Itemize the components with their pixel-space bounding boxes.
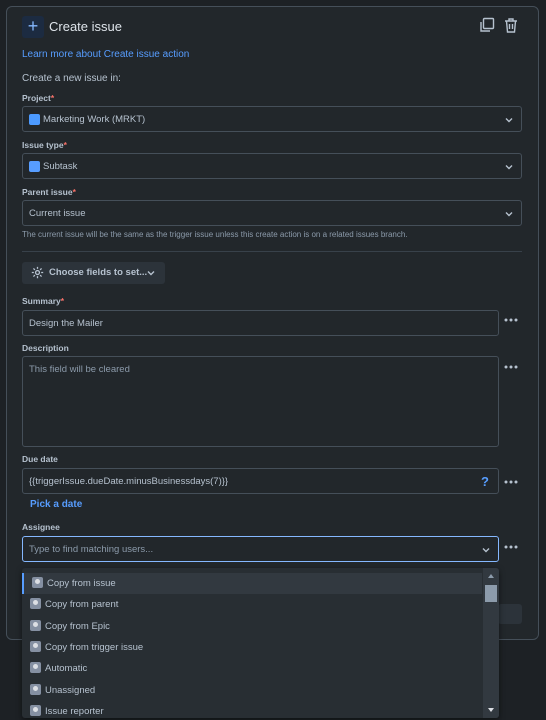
user-icon: [30, 662, 41, 673]
chevron-down-icon: [147, 271, 155, 276]
plus-icon: +: [22, 16, 44, 38]
more-icon[interactable]: [504, 365, 518, 369]
panel-header: + Create issue: [22, 16, 524, 42]
choose-fields-label: Choose fields to set...: [49, 267, 148, 278]
issue-type-select[interactable]: Subtask: [22, 153, 522, 179]
intro-text: Create a new issue in:: [22, 73, 121, 84]
assignee-label: Assignee: [22, 522, 60, 532]
assignee-select[interactable]: Type to find matching users...: [22, 536, 499, 562]
issue-type-label: Issue type*: [22, 140, 67, 150]
parent-issue-select[interactable]: Current issue: [22, 200, 522, 226]
chevron-down-icon: [505, 212, 513, 217]
summary-input[interactable]: Design the Mailer: [22, 310, 499, 336]
scroll-up-icon[interactable]: [487, 572, 495, 580]
more-icon[interactable]: [504, 318, 518, 322]
chevron-down-icon: [482, 548, 490, 553]
parent-issue-help: The current issue will be the same as th…: [22, 230, 408, 239]
user-icon: [30, 641, 41, 652]
scrollbar[interactable]: [483, 568, 499, 718]
user-icon: [32, 577, 43, 588]
description-textarea[interactable]: This field will be cleared: [22, 356, 499, 447]
summary-value: Design the Mailer: [29, 318, 103, 329]
more-icon[interactable]: [504, 545, 518, 549]
due-date-input[interactable]: {{triggerIssue.dueDate.minusBusinessdays…: [22, 468, 499, 494]
summary-label: Summary*: [22, 296, 65, 306]
issue-type-value: Subtask: [43, 161, 78, 172]
user-icon: [30, 598, 41, 609]
project-select[interactable]: Marketing Work (MRKT): [22, 106, 522, 132]
parent-issue-label: Parent issue*: [22, 187, 76, 197]
learn-more-link[interactable]: Learn more about Create issue action: [22, 49, 189, 60]
assignee-placeholder: Type to find matching users...: [29, 544, 154, 555]
scrollbar-thumb[interactable]: [485, 585, 497, 602]
list-item[interactable]: Copy from Epic: [22, 616, 482, 637]
chevron-down-icon: [505, 118, 513, 123]
due-date-label: Due date: [22, 454, 58, 464]
more-icon[interactable]: [504, 480, 518, 484]
list-item[interactable]: Copy from trigger issue: [22, 637, 482, 658]
project-label: Project*: [22, 93, 55, 103]
list-item[interactable]: Unassigned: [22, 680, 482, 701]
project-icon: [29, 114, 40, 125]
parent-issue-value: Current issue: [29, 208, 86, 219]
user-icon: [30, 705, 41, 716]
list-item[interactable]: Copy from issue: [22, 573, 482, 594]
user-icon: [30, 620, 41, 631]
trash-icon[interactable]: [503, 17, 519, 33]
list-item[interactable]: Automatic: [22, 658, 482, 679]
help-icon[interactable]: ?: [481, 474, 489, 489]
description-placeholder: This field will be cleared: [29, 364, 130, 375]
list-item[interactable]: Issue reporter: [22, 701, 482, 718]
duplicate-icon[interactable]: [479, 17, 495, 33]
list-item[interactable]: Copy from parent: [22, 594, 482, 615]
assignee-dropdown: Copy from issue Copy from parent Copy fr…: [22, 568, 499, 718]
due-date-value: {{triggerIssue.dueDate.minusBusinessdays…: [29, 476, 229, 487]
gear-icon: [31, 266, 44, 279]
user-icon: [30, 684, 41, 695]
subtask-icon: [29, 161, 40, 172]
pick-date-link[interactable]: Pick a date: [30, 499, 82, 510]
scroll-down-icon[interactable]: [487, 706, 495, 714]
divider: [22, 251, 522, 252]
description-label: Description: [22, 343, 69, 353]
panel-title: Create issue: [49, 19, 122, 34]
chevron-down-icon: [505, 165, 513, 170]
choose-fields-button[interactable]: Choose fields to set...: [22, 262, 165, 284]
project-value: Marketing Work (MRKT): [43, 114, 146, 125]
hidden-button: [498, 604, 522, 624]
